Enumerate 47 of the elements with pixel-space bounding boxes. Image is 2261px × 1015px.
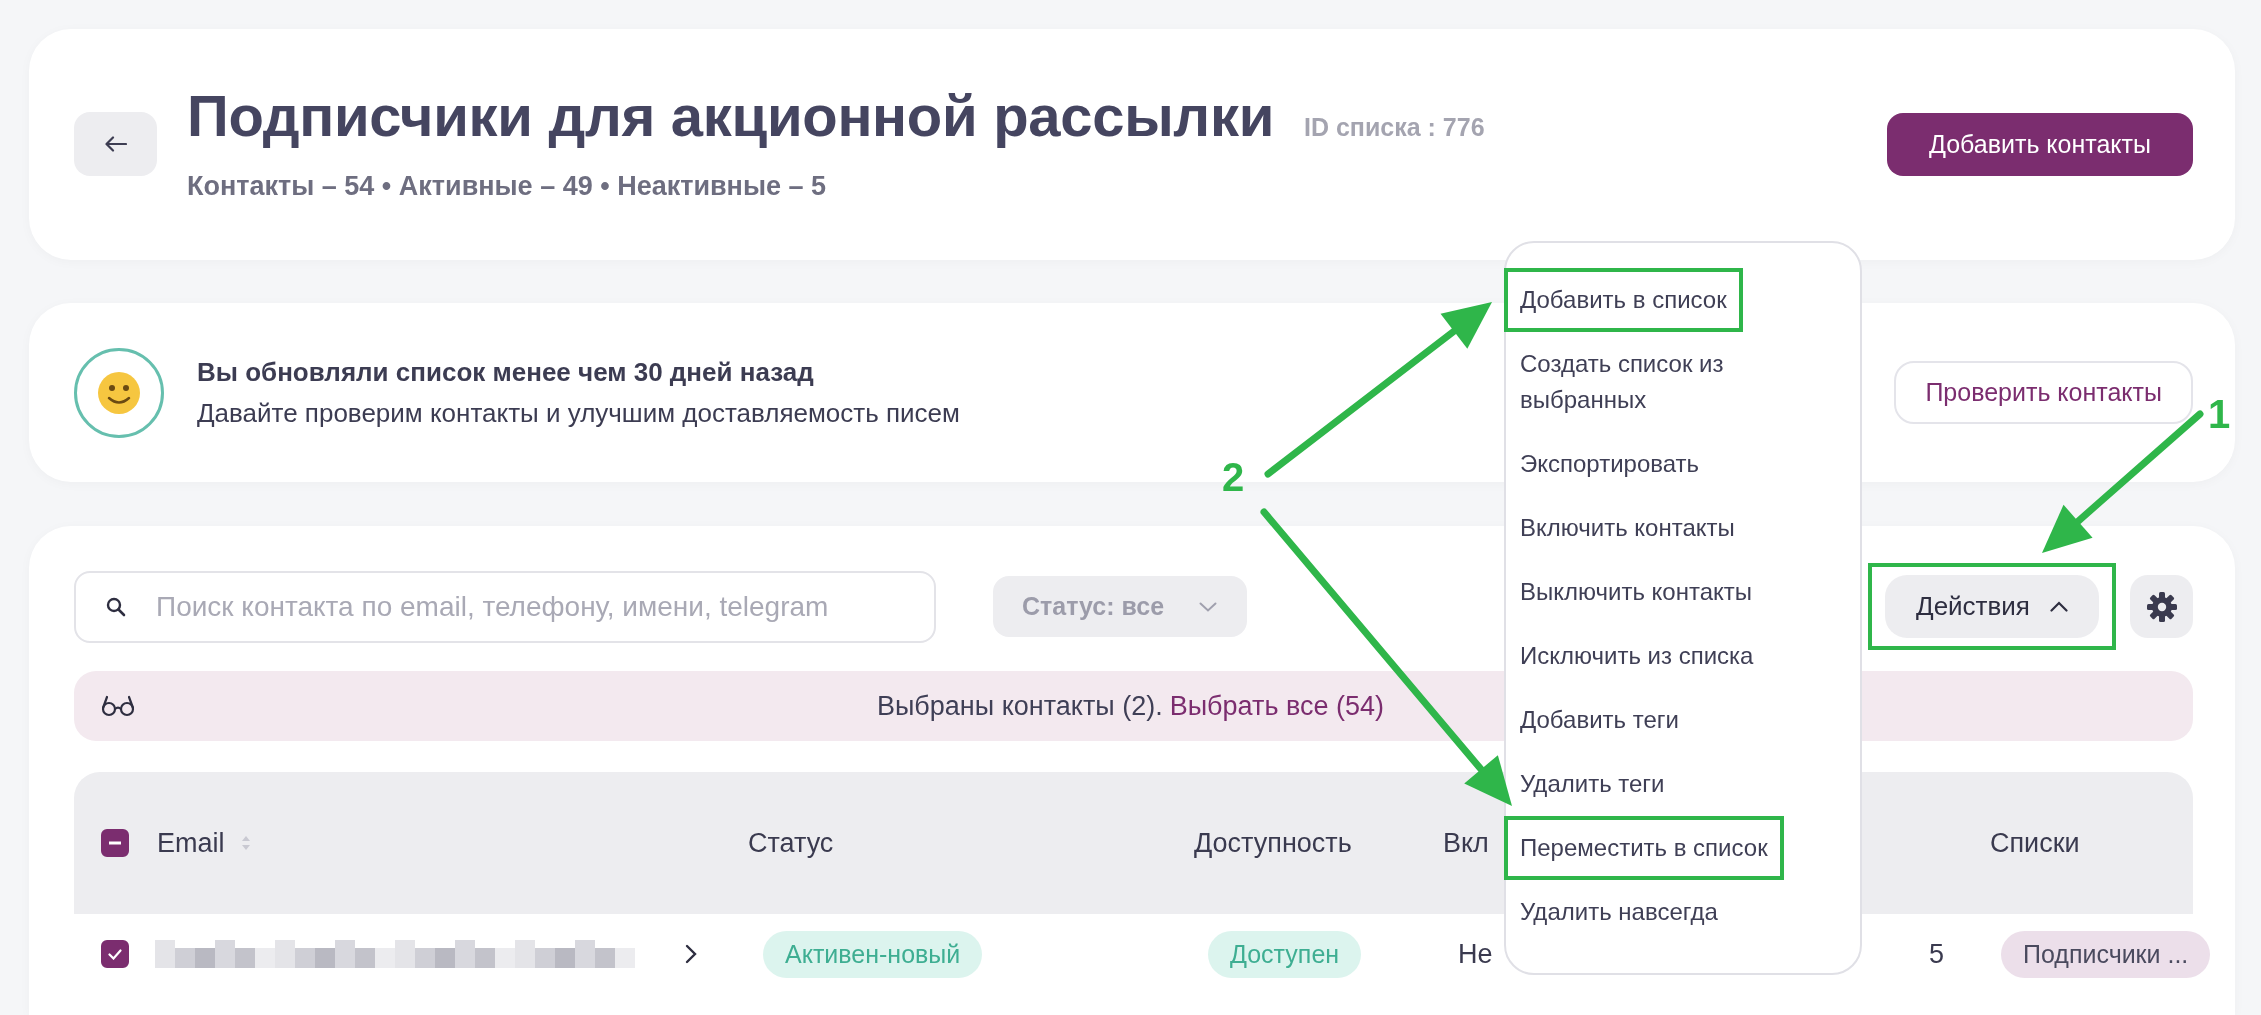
menu-item[interactable]: Выключить контакты [1504, 560, 1769, 624]
contact-stats: Контакты – 54 • Активные – 49 • Неактивные – 5 [187, 170, 828, 202]
menu-item[interactable]: Экспортировать [1504, 432, 1716, 496]
chevron-up-icon [2049, 601, 2068, 612]
annotation-number: 1 [2208, 392, 2231, 437]
annotation-number: 2 [1222, 455, 1245, 500]
menu-item[interactable]: Удалить теги [1504, 752, 1681, 816]
list-id: ID списка : 776 [1304, 112, 1485, 142]
list-tag: Подписчики ... [2001, 930, 2211, 978]
search-icon [106, 596, 126, 617]
minus-icon [109, 841, 121, 845]
sort-icon [240, 834, 251, 852]
availability-badge: Доступен [1208, 930, 1362, 978]
actions-button[interactable]: Действия [1885, 575, 2099, 638]
table-cell: Не [1458, 938, 1493, 969]
chevron-down-icon [1199, 601, 1217, 612]
notice-text: Давайте проверим контакты и улучшим доставляемость писем [197, 397, 960, 429]
settings-button[interactable] [2130, 575, 2193, 638]
menu-item[interactable]: Добавить в список [1504, 268, 1743, 332]
search-field[interactable]: Поиск контакта по email, телефону, имени, telegram [74, 570, 936, 643]
column-header: Email [157, 827, 225, 859]
selection-text: Выбраны контакты (2). [876, 690, 1163, 721]
menu-item[interactable]: Включить контакты [1504, 496, 1751, 560]
table-cell: 5 [1928, 938, 1944, 969]
menu-item[interactable]: Удалить навсегда [1504, 880, 1734, 944]
menu-item[interactable]: Исключить из списка [1504, 624, 1770, 688]
menu-item[interactable]: Переместить в список [1504, 816, 1784, 880]
page-title: Подписчики для акционной рассылки [187, 81, 1274, 149]
column-header: Статус [748, 827, 834, 859]
status-badge: Активен-новый [763, 930, 983, 978]
check-contacts-button[interactable]: Проверить контакты [1894, 361, 2193, 424]
menu-item[interactable]: Добавить теги [1504, 688, 1695, 752]
row-checkbox[interactable] [101, 940, 129, 968]
settings-icon [2145, 590, 2178, 623]
smiley-face-icon [97, 370, 141, 415]
notice-title: Вы обновляли список менее чем 30 дней назад [197, 356, 814, 388]
add-contacts-button[interactable]: Добавить контакты [1886, 113, 2193, 176]
select-all-link[interactable]: Выбрать все (54) [1169, 690, 1385, 721]
column-header: Списки [1990, 827, 2080, 859]
select-all-checkbox[interactable] [101, 829, 129, 857]
chevron-right-icon [685, 944, 697, 964]
column-header: Вкл [1443, 827, 1489, 859]
menu-item[interactable]: Создать список из выбранных [1504, 332, 1836, 432]
glasses-icon [101, 695, 135, 717]
check-icon [108, 948, 122, 960]
back-arrow-icon [104, 136, 127, 152]
column-header: Доступность [1194, 827, 1352, 859]
